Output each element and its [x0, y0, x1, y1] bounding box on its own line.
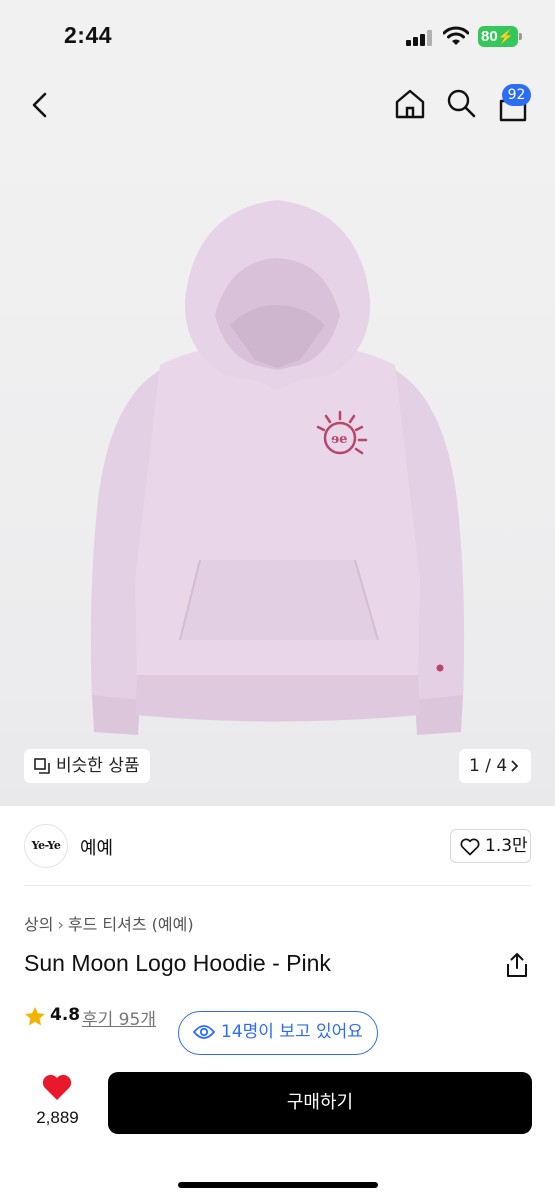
similar-products-label: 비슷한 상품: [56, 756, 140, 776]
breadcrumb-category[interactable]: 상의: [24, 915, 53, 934]
review-count-link[interactable]: 후기 95개: [82, 1005, 156, 1030]
top-nav-bar: [0, 70, 555, 140]
battery-nub: [519, 33, 522, 40]
similar-products-button[interactable]: 비슷한 상품: [24, 749, 150, 783]
breadcrumb-separator: ›: [57, 915, 64, 934]
image-counter-button[interactable]: 1 / 4: [459, 749, 531, 783]
star-icon: [25, 1007, 45, 1026]
hoodie-product-image: ɘe: [90, 200, 465, 735]
breadcrumb: 상의 › 후드 티셔츠 (예예): [24, 911, 194, 935]
brand-logo[interactable]: Ye-Ye: [24, 824, 68, 868]
wifi-icon: [443, 26, 469, 45]
viewing-now-text: 14명이 보고 있어요: [221, 1022, 363, 1042]
home-icon[interactable]: [394, 88, 426, 120]
brand-row[interactable]: Ye-Ye 예예 1.3만: [0, 806, 555, 886]
search-icon[interactable]: [446, 88, 476, 118]
image-counter: 1 / 4: [469, 756, 508, 776]
product-title: Sun Moon Logo Hoodie - Pink: [24, 950, 331, 976]
battery-indicator: 80⚡: [478, 26, 518, 47]
bottom-purchase-bar: 2,889 구매하기: [0, 1058, 555, 1200]
wishlist-count: 2,889: [36, 1108, 79, 1127]
heart-filled-icon[interactable]: [41, 1073, 73, 1102]
share-icon[interactable]: [505, 952, 529, 978]
breadcrumb-subcategory[interactable]: 후드 티셔츠 (예예): [68, 915, 194, 934]
cart-badge: 92: [502, 84, 531, 106]
buy-button[interactable]: 구매하기: [108, 1072, 532, 1134]
divider: [24, 885, 531, 886]
heart-outline-icon: [460, 838, 480, 856]
home-indicator: [178, 1182, 378, 1188]
rating-value: 4.8: [50, 1005, 81, 1025]
viewing-now-badge: 14명이 보고 있어요: [178, 1011, 378, 1055]
status-bar: 2:44 80⚡: [0, 0, 555, 70]
charging-bolt-icon: ⚡: [497, 29, 514, 44]
svg-text:ɘe: ɘe: [331, 432, 348, 447]
brand-like-count: 1.3만: [485, 836, 528, 856]
eye-icon: [193, 1025, 215, 1039]
cellular-signal-icon: [406, 30, 434, 46]
brand-name[interactable]: 예예: [80, 834, 113, 860]
status-time: 2:44: [64, 22, 113, 48]
back-icon[interactable]: [30, 92, 50, 118]
battery-level: 80: [481, 28, 498, 45]
chevron-right-icon: [511, 760, 519, 772]
similar-items-icon: [34, 758, 50, 774]
brand-like-button[interactable]: 1.3만: [450, 829, 531, 863]
product-image-carousel[interactable]: ɘe 비슷한 상품 1 / 4: [0, 140, 555, 806]
